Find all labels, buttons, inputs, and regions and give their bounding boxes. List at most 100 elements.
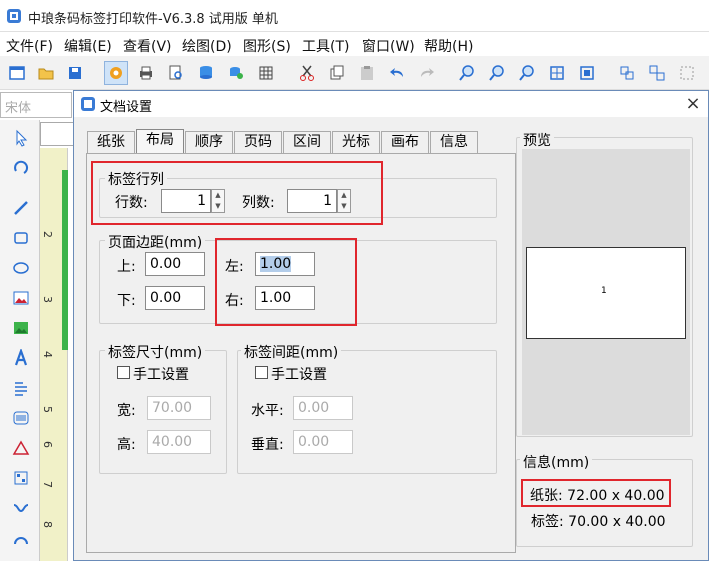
close-icon[interactable]: ×: [682, 93, 704, 115]
vertical-gap-label: 垂直:: [251, 437, 284, 453]
rich-text-icon[interactable]: [9, 376, 33, 400]
font-selector[interactable]: 宋体: [0, 92, 72, 118]
menu-file[interactable]: 文件(F): [6, 36, 53, 56]
ruler-number: 6: [41, 441, 54, 448]
menu-edit[interactable]: 编辑(E): [64, 36, 112, 56]
highlight-box-rows-cols: [91, 161, 383, 225]
rotate-icon[interactable]: [9, 156, 33, 180]
tab-order[interactable]: 顺序: [185, 131, 233, 153]
label-gap-manual-label: 手工设置: [271, 367, 327, 383]
tab-layout[interactable]: 布局: [136, 129, 184, 153]
pointer-icon[interactable]: [9, 126, 33, 150]
highlight-box-paper-info: [521, 479, 671, 507]
document-settings-dialog: 文档设置 × 纸张 布局 顺序 页码 区间 光标 画布 信息 标签行列 行数: …: [73, 90, 709, 561]
label-gap-legend: 标签间距(mm): [241, 342, 342, 362]
tab-canvas[interactable]: 画布: [381, 131, 429, 153]
menu-draw[interactable]: 绘图(D): [182, 36, 232, 56]
zoom-fit-icon[interactable]: [515, 61, 539, 85]
picture-icon[interactable]: [9, 316, 33, 340]
layout-tab-panel: 标签行列 行数: 1 ▲ ▼ 列数: 1 ▲ ▼ 页面边距(mm) 上: 0.00 …: [86, 153, 516, 553]
drawing-toolbar: [0, 120, 40, 561]
print-preview-icon[interactable]: [164, 61, 188, 85]
barcode-icon[interactable]: [9, 406, 33, 430]
top-margin-label: 上:: [117, 259, 136, 275]
group-icon[interactable]: [615, 61, 639, 85]
redo-icon[interactable]: [415, 61, 439, 85]
dialog-logo-icon: [81, 97, 95, 111]
actual-size-icon[interactable]: [575, 61, 599, 85]
ellipse-icon[interactable]: [9, 256, 33, 280]
shape-icon[interactable]: [9, 436, 33, 460]
vertical-gap-input[interactable]: 0.00: [293, 430, 353, 454]
ungroup-icon[interactable]: [645, 61, 669, 85]
curve-icon[interactable]: [9, 496, 33, 520]
bottom-margin-input[interactable]: 0.00: [145, 286, 205, 310]
save-icon[interactable]: [63, 61, 87, 85]
image-icon[interactable]: [9, 286, 33, 310]
grid-icon[interactable]: [254, 61, 278, 85]
app-logo-icon: [7, 9, 21, 23]
menu-help[interactable]: 帮助(H): [424, 36, 473, 56]
new-icon[interactable]: [5, 61, 29, 85]
menu-bar: 文件(F) 编辑(E) 查看(V) 绘图(D) 图形(S) 工具(T) 窗口(W…: [0, 32, 709, 56]
qrcode-icon[interactable]: [9, 466, 33, 490]
copy-icon[interactable]: [325, 61, 349, 85]
data-source-icon[interactable]: [224, 61, 248, 85]
text-icon[interactable]: [9, 346, 33, 370]
ruler-number: 3: [41, 296, 54, 303]
app-title: 中琅条码标签打印软件-V6.3.8 试用版 单机: [28, 12, 278, 27]
preview-paper: 1: [526, 247, 686, 339]
menu-tools[interactable]: 工具(T): [302, 36, 349, 56]
tab-page-number[interactable]: 页码: [234, 131, 282, 153]
database-icon[interactable]: [194, 61, 218, 85]
menu-shape[interactable]: 图形(S): [243, 36, 291, 56]
highlight-box-margins: [215, 238, 357, 326]
bottom-margin-label: 下:: [117, 293, 136, 309]
dialog-title: 文档设置: [100, 100, 153, 115]
menu-window[interactable]: 窗口(W): [362, 36, 415, 56]
preview-page-number: 1: [601, 286, 607, 296]
fit-page-icon[interactable]: [545, 61, 569, 85]
tab-info[interactable]: 信息: [430, 131, 478, 153]
document-settings-icon[interactable]: [104, 61, 128, 85]
label-size-manual-label: 手工设置: [133, 367, 189, 383]
print-icon[interactable]: [134, 61, 158, 85]
select-all-icon[interactable]: [675, 61, 699, 85]
label-edge-marker: [62, 170, 68, 350]
ruler-number: 8: [41, 521, 54, 528]
open-icon[interactable]: [34, 61, 58, 85]
menu-view[interactable]: 查看(V): [123, 36, 172, 56]
top-margin-input[interactable]: 0.00: [145, 252, 205, 276]
label-size-legend: 标签尺寸(mm): [105, 342, 206, 362]
horizontal-gap-label: 水平:: [251, 403, 284, 419]
tab-range[interactable]: 区间: [283, 131, 331, 153]
cut-icon[interactable]: [295, 61, 319, 85]
undo-icon[interactable]: [385, 61, 409, 85]
tab-paper[interactable]: 纸张: [87, 131, 135, 153]
preview-legend: 预览: [520, 130, 554, 150]
label-size-manual-checkbox[interactable]: [117, 366, 130, 379]
toolbar: [0, 56, 709, 90]
zoom-out-icon[interactable]: [485, 61, 509, 85]
ruler-number: 4: [41, 351, 54, 358]
dialog-titlebar: 文档设置 ×: [74, 91, 708, 117]
tab-cursor[interactable]: 光标: [332, 131, 380, 153]
width-label: 宽:: [117, 403, 136, 419]
line-icon[interactable]: [9, 196, 33, 220]
app-titlebar: 中琅条码标签打印软件-V6.3.8 试用版 单机: [0, 0, 709, 32]
paste-icon[interactable]: [355, 61, 379, 85]
zoom-in-icon[interactable]: [455, 61, 479, 85]
info-legend: 信息(mm): [520, 452, 593, 472]
arc-icon[interactable]: [9, 526, 33, 550]
ruler-number: 2: [41, 231, 54, 238]
rectangle-icon[interactable]: [9, 226, 33, 250]
label-gap-manual-checkbox[interactable]: [255, 366, 268, 379]
ruler-number: 5: [41, 406, 54, 413]
horizontal-gap-input[interactable]: 0.00: [293, 396, 353, 420]
width-input[interactable]: 70.00: [147, 396, 211, 420]
label-size-info: 标签: 70.00 x 40.00: [531, 514, 666, 530]
margins-legend: 页面边距(mm): [105, 232, 206, 252]
ruler-number: 7: [41, 481, 54, 488]
height-input[interactable]: 40.00: [147, 430, 211, 454]
height-label: 高:: [117, 437, 136, 453]
